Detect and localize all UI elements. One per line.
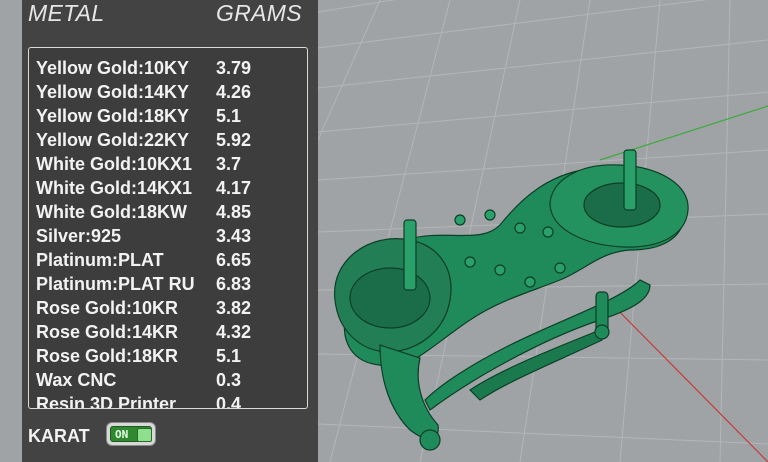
metal-name: White Gold:14KX1 bbox=[36, 178, 193, 198]
metal-grams: 6.65 bbox=[216, 250, 252, 270]
metal-grams: 4.85 bbox=[216, 202, 252, 222]
metal-name: Resin 3D Printer bbox=[36, 394, 177, 409]
metal-grams: 5.1 bbox=[216, 106, 242, 126]
metal-name: Yellow Gold:22KY bbox=[36, 130, 190, 150]
metal-grams: 3.79 bbox=[216, 58, 252, 78]
x-axis-line bbox=[599, 291, 768, 462]
metal-name: Yellow Gold:18KY bbox=[36, 106, 190, 126]
metal-grams: 3.82 bbox=[216, 298, 252, 318]
metal-grams: 6.83 bbox=[216, 274, 252, 294]
metal-grams: 4.26 bbox=[216, 82, 252, 102]
metal-name: Rose Gold:14KR bbox=[36, 322, 179, 342]
metal-name: Yellow Gold:10KY bbox=[36, 58, 190, 78]
metal-name: White Gold:10KX1 bbox=[36, 154, 193, 174]
metal-name: Platinum:PLAT bbox=[36, 250, 164, 270]
toggle-text: ON bbox=[115, 428, 129, 441]
metal-grams: 0.4 bbox=[216, 394, 242, 409]
metal-name: Wax CNC bbox=[36, 370, 117, 390]
metal-name: Silver:925 bbox=[36, 226, 122, 246]
karat-toggle[interactable]: ON bbox=[106, 422, 156, 446]
toggle-knob bbox=[137, 428, 152, 442]
metal-weights-list[interactable]: Yellow Gold:10KY 3.79 Yellow Gold:14KY 4.26… bbox=[28, 47, 308, 409]
toggle-track: ON bbox=[110, 426, 152, 442]
karat-label: KARAT bbox=[28, 426, 90, 446]
metal-name: Platinum:PLAT RU bbox=[36, 274, 195, 294]
ring-model[interactable] bbox=[334, 149, 689, 451]
metal-grams: 4.32 bbox=[216, 322, 252, 342]
metal-grams: 5.92 bbox=[216, 130, 252, 150]
metal-name: White Gold:18KW bbox=[36, 202, 187, 222]
metal-grams: 0.3 bbox=[216, 370, 242, 390]
header-grams: GRAMS bbox=[216, 0, 302, 26]
metal-grams: 3.7 bbox=[216, 154, 242, 174]
metal-name: Rose Gold:10KR bbox=[36, 298, 179, 318]
metal-grams: 4.17 bbox=[216, 178, 252, 198]
metal-name: Rose Gold:18KR bbox=[36, 346, 179, 366]
header-metal: METAL bbox=[28, 0, 105, 26]
metal-grams: 3.43 bbox=[216, 226, 252, 246]
metal-name: Yellow Gold:14KY bbox=[36, 82, 190, 102]
metal-weight-panel: METAL GRAMS Yellow Gold:10KY 3.79 Yellow G… bbox=[22, 0, 318, 462]
metal-grams: 5.1 bbox=[216, 346, 242, 366]
